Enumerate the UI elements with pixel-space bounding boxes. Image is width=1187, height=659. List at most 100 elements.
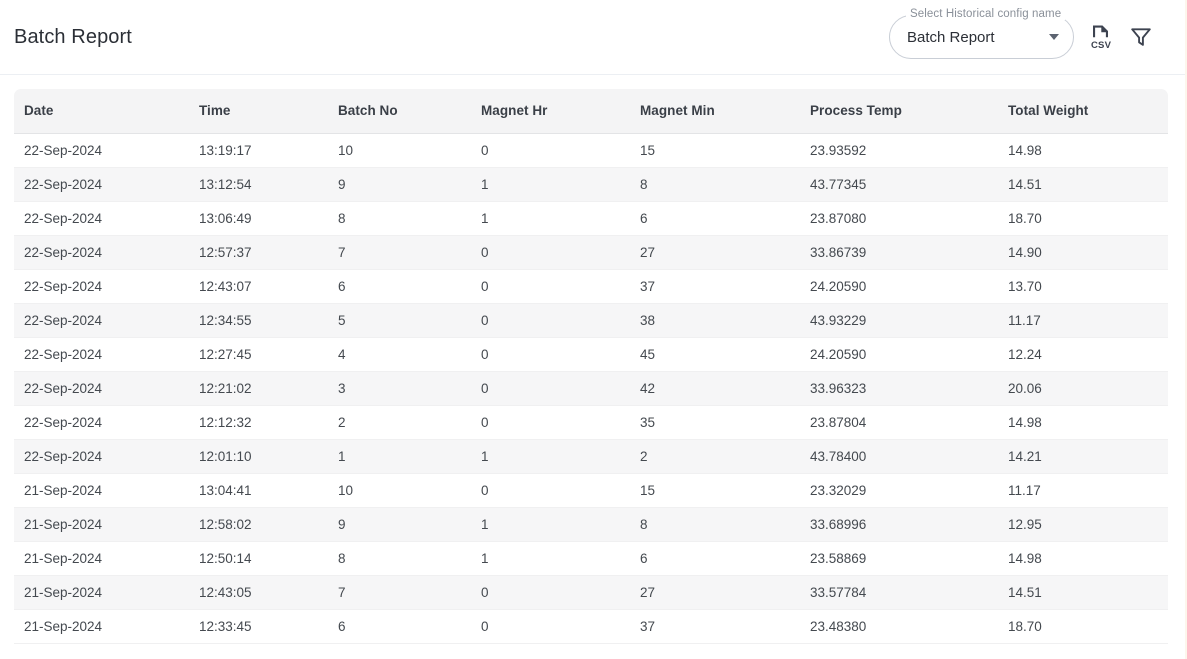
cell-process-temp: 43.93229 (800, 303, 998, 338)
column-header-time[interactable]: Time (189, 89, 328, 134)
table-row[interactable]: 22-Sep-2024 13:12:54 9 1 8 43.77345 14.51 (14, 167, 1168, 202)
cell-process-temp: 23.93592 (800, 133, 998, 168)
cell-time: 12:34:55 (189, 303, 328, 338)
cell-date: 22-Sep-2024 (14, 235, 189, 270)
page-title: Batch Report (14, 25, 132, 48)
cell-date: 22-Sep-2024 (14, 405, 189, 440)
column-header-magnet-hr[interactable]: Magnet Hr (471, 89, 630, 134)
cell-magnet-hr: 0 (471, 133, 630, 168)
cell-time: 12:58:02 (189, 507, 328, 542)
cell-total-weight: 14.98 (998, 133, 1168, 168)
cell-total-weight: 14.90 (998, 235, 1168, 270)
csv-export-icon: CSV (1089, 24, 1113, 50)
cell-total-weight: 20.06 (998, 371, 1168, 406)
table-row[interactable]: 21-Sep-2024 12:43:05 7 0 27 33.57784 14.51 (14, 575, 1168, 610)
cell-process-temp: 23.32029 (800, 473, 998, 508)
cell-magnet-min: 37 (630, 609, 800, 644)
cell-total-weight: 12.95 (998, 507, 1168, 542)
cell-date: 22-Sep-2024 (14, 269, 189, 304)
cell-time: 12:12:32 (189, 405, 328, 440)
historical-config-select-value: Batch Report (907, 28, 995, 46)
batch-report-page: Batch Report Select Historical config na… (0, 0, 1187, 659)
table-row[interactable]: 22-Sep-2024 12:34:55 5 0 38 43.93229 11.17 (14, 303, 1168, 338)
cell-batch-no: 9 (328, 507, 471, 542)
chevron-down-icon (1049, 34, 1059, 40)
column-header-total-weight[interactable]: Total Weight (998, 89, 1168, 134)
cell-batch-no: 10 (328, 473, 471, 508)
cell-total-weight: 14.51 (998, 167, 1168, 202)
header-actions: Select Historical config name Batch Repo… (889, 8, 1171, 59)
cell-date: 22-Sep-2024 (14, 167, 189, 202)
cell-time: 12:01:10 (189, 439, 328, 474)
cell-total-weight: 18.70 (998, 201, 1168, 236)
cell-batch-no: 8 (328, 201, 471, 236)
historical-config-select-label: Select Historical config name (906, 8, 1066, 20)
column-header-process-temp[interactable]: Process Temp (800, 89, 998, 134)
cell-batch-no: 9 (328, 167, 471, 202)
cell-magnet-hr: 1 (471, 201, 630, 236)
cell-batch-no: 6 (328, 269, 471, 304)
cell-process-temp: 23.87080 (800, 201, 998, 236)
table-row[interactable]: 22-Sep-2024 13:19:17 10 0 15 23.93592 14.98 (14, 133, 1168, 168)
column-header-date[interactable]: Date (14, 89, 189, 134)
cell-magnet-hr: 0 (471, 473, 630, 508)
table-row[interactable]: 21-Sep-2024 12:33:45 6 0 37 23.48380 18.70 (14, 609, 1168, 644)
cell-magnet-min: 37 (630, 269, 800, 304)
column-header-batch-no[interactable]: Batch No (328, 89, 471, 134)
cell-magnet-hr: 0 (471, 609, 630, 644)
cell-process-temp: 33.57784 (800, 575, 998, 610)
cell-total-weight: 14.98 (998, 541, 1168, 576)
table-row[interactable]: 22-Sep-2024 12:57:37 7 0 27 33.86739 14.90 (14, 235, 1168, 270)
csv-export-button[interactable]: CSV (1088, 22, 1114, 52)
cell-magnet-min: 27 (630, 575, 800, 610)
table-row[interactable]: 22-Sep-2024 13:06:49 8 1 6 23.87080 18.70 (14, 201, 1168, 236)
cell-magnet-hr: 1 (471, 507, 630, 542)
cell-magnet-hr: 0 (471, 303, 630, 338)
cell-process-temp: 23.58869 (800, 541, 998, 576)
cell-batch-no: 7 (328, 575, 471, 610)
cell-magnet-hr: 0 (471, 235, 630, 270)
cell-total-weight: 14.51 (998, 575, 1168, 610)
cell-date: 21-Sep-2024 (14, 473, 189, 508)
table-row[interactable]: 22-Sep-2024 12:12:32 2 0 35 23.87804 14.98 (14, 405, 1168, 440)
table-row[interactable]: 22-Sep-2024 12:01:10 1 1 2 43.78400 14.21 (14, 439, 1168, 474)
table-row[interactable]: 22-Sep-2024 12:27:45 4 0 45 24.20590 12.24 (14, 337, 1168, 372)
cell-process-temp: 24.20590 (800, 269, 998, 304)
historical-config-select[interactable]: Select Historical config name Batch Repo… (889, 8, 1074, 59)
cell-magnet-min: 35 (630, 405, 800, 440)
cell-magnet-min: 42 (630, 371, 800, 406)
cell-batch-no: 2 (328, 405, 471, 440)
cell-magnet-hr: 0 (471, 371, 630, 406)
cell-time: 12:43:05 (189, 575, 328, 610)
cell-magnet-hr: 1 (471, 541, 630, 576)
table-row[interactable]: 21-Sep-2024 12:50:14 8 1 6 23.58869 14.98 (14, 541, 1168, 576)
cell-batch-no: 7 (328, 235, 471, 270)
cell-process-temp: 24.20590 (800, 337, 998, 372)
cell-magnet-min: 27 (630, 235, 800, 270)
cell-date: 21-Sep-2024 (14, 609, 189, 644)
table-row[interactable]: 21-Sep-2024 13:04:41 10 0 15 23.32029 11.17 (14, 473, 1168, 508)
table-row[interactable]: 21-Sep-2024 12:58:02 9 1 8 33.68996 12.95 (14, 507, 1168, 542)
cell-process-temp: 43.77345 (800, 167, 998, 202)
cell-batch-no: 6 (328, 609, 471, 644)
cell-date: 21-Sep-2024 (14, 507, 189, 542)
cell-magnet-min: 15 (630, 133, 800, 168)
cell-batch-no: 5 (328, 303, 471, 338)
filter-button[interactable] (1128, 22, 1154, 52)
cell-time: 13:12:54 (189, 167, 328, 202)
cell-total-weight: 14.21 (998, 439, 1168, 474)
cell-magnet-min: 6 (630, 201, 800, 236)
cell-date: 22-Sep-2024 (14, 337, 189, 372)
svg-text:CSV: CSV (1091, 40, 1112, 50)
cell-time: 13:04:41 (189, 473, 328, 508)
cell-date: 22-Sep-2024 (14, 371, 189, 406)
table-header-row: Date Time Batch No Magnet Hr Magnet Min … (14, 89, 1168, 134)
cell-total-weight: 11.17 (998, 303, 1168, 338)
cell-batch-no: 10 (328, 133, 471, 168)
column-header-magnet-min[interactable]: Magnet Min (630, 89, 800, 134)
cell-process-temp: 33.96323 (800, 371, 998, 406)
table-row[interactable]: 22-Sep-2024 12:43:07 6 0 37 24.20590 13.70 (14, 269, 1168, 304)
cell-date: 21-Sep-2024 (14, 541, 189, 576)
cell-magnet-hr: 0 (471, 575, 630, 610)
table-row[interactable]: 22-Sep-2024 12:21:02 3 0 42 33.96323 20.06 (14, 371, 1168, 406)
